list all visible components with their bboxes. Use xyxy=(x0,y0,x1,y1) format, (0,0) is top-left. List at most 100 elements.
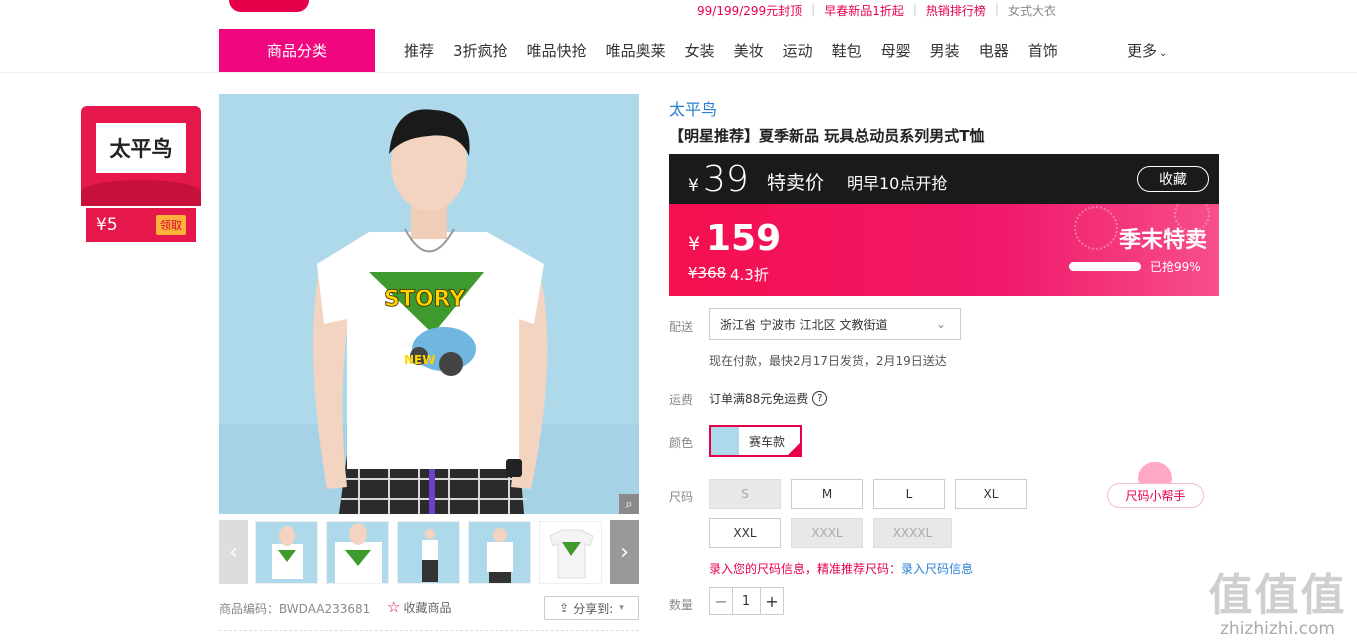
color-swatch-image xyxy=(711,427,739,455)
favorite-product-link[interactable]: ☆ 收藏商品 xyxy=(387,598,451,616)
nav-item-30off[interactable]: 3折疯抢 xyxy=(453,40,508,61)
promo-link-cap[interactable]: 99/199/299元封顶 xyxy=(697,2,802,19)
watermark-url: zhizhizhi.com xyxy=(1220,619,1335,639)
delivery-label: 配送 xyxy=(669,320,694,334)
freight-text: 订单满88元免运费 xyxy=(709,392,809,406)
nav-item-shoes[interactable]: 鞋包 xyxy=(832,40,862,61)
color-option-selected[interactable]: 赛车款 xyxy=(709,425,802,457)
thumbnail[interactable] xyxy=(539,521,602,584)
favorite-product-label: 收藏商品 xyxy=(403,601,452,615)
quantity-input[interactable]: 1 xyxy=(732,587,760,615)
nav-item-baby[interactable]: 母婴 xyxy=(881,40,911,61)
address-selector[interactable]: 浙江省 宁波市 江北区 文教街道 ⌄ xyxy=(709,308,961,340)
color-option-label: 赛车款 xyxy=(749,434,786,449)
site-logo[interactable] xyxy=(229,0,309,12)
shipping-estimate: 现在付款，最快2月17日发货，2月19日送达 xyxy=(709,354,947,368)
nav-item-men[interactable]: 男装 xyxy=(930,40,960,61)
size-helper-button[interactable]: 尺码小帮手 xyxy=(1107,483,1204,508)
promo-link-ranking[interactable]: 热销排行榜 xyxy=(926,2,986,19)
thumbnail-image xyxy=(256,522,317,583)
size-option-xxxl[interactable]: XXXL xyxy=(791,518,863,548)
separator: | xyxy=(912,2,917,16)
firework-decoration xyxy=(1074,206,1118,250)
promo-links: 99/199/299元封顶 | 早春新品1折起 | 热销排行榜 | 女式大衣 xyxy=(697,2,1056,19)
nav-item-flash[interactable]: 唯品快抢 xyxy=(527,40,587,61)
thumbnail-image xyxy=(327,522,388,583)
sold-progress-fill xyxy=(1069,262,1141,271)
chevron-down-icon: ⌄ xyxy=(935,317,946,331)
thumbnail[interactable] xyxy=(468,521,531,584)
quantity-label: 数量 xyxy=(669,598,694,612)
size-option-m[interactable]: M xyxy=(791,479,863,509)
size-option-xxl[interactable]: XXL xyxy=(709,518,781,548)
nav-more-label: 更多 xyxy=(1127,42,1158,60)
original-price: ¥368 xyxy=(688,264,727,282)
current-price: 159 xyxy=(706,218,782,259)
quantity-decrease-button[interactable]: − xyxy=(709,587,733,615)
model-illustration: STORY NEW xyxy=(219,94,639,514)
share-label: 分享到: xyxy=(573,601,614,616)
special-price-label: 特卖价 xyxy=(767,172,825,194)
nav-item-beauty[interactable]: 美妆 xyxy=(734,40,764,61)
favorite-button[interactable]: 收藏 xyxy=(1137,166,1209,192)
main-nav: 推荐 3折疯抢 唯品快抢 唯品奥莱 女装 美妆 运动 鞋包 母婴 男装 电器 首… xyxy=(404,40,1077,61)
nav-item-women[interactable]: 女装 xyxy=(685,40,715,61)
nav-item-jewelry[interactable]: 首饰 xyxy=(1028,40,1058,61)
shop-name: 太平鸟 xyxy=(96,123,186,173)
product-main-image[interactable]: STORY NEW xyxy=(219,94,639,514)
divider xyxy=(219,630,639,631)
freight-info: 订单满88元免运费 ? xyxy=(709,390,828,407)
nav-item-outlet[interactable]: 唯品奥莱 xyxy=(606,40,666,61)
caret-down-icon: ▾ xyxy=(619,603,624,613)
thumb-next-button[interactable]: › xyxy=(610,520,639,584)
shirt-print-text: STORY xyxy=(384,287,466,312)
thumbnail-image xyxy=(540,522,601,583)
thumbnail[interactable] xyxy=(397,521,460,584)
size-option-s[interactable]: S xyxy=(709,479,781,509)
thumb-prev-button[interactable]: ‹ xyxy=(219,520,248,584)
nav-item-appliance[interactable]: 电器 xyxy=(979,40,1009,61)
quantity-increase-button[interactable]: + xyxy=(760,587,784,615)
share-icon: ⇪ xyxy=(559,601,570,615)
special-price-note: 明早10点开抢 xyxy=(847,174,948,193)
nav-divider xyxy=(0,72,1357,73)
coupon-value: ¥5 xyxy=(96,215,118,235)
current-price-panel: ¥ 159 ¥368 4.3折 季末特卖 已抢99% xyxy=(669,204,1219,296)
nav-more[interactable]: 更多 ⌄ xyxy=(1127,40,1167,61)
thumbnail[interactable] xyxy=(326,521,389,584)
nav-item-recommend[interactable]: 推荐 xyxy=(404,40,434,61)
size-info-link[interactable]: 录入尺码信息 xyxy=(901,562,973,576)
size-option-xl[interactable]: XL xyxy=(955,479,1027,509)
brand-link[interactable]: 太平鸟 xyxy=(669,96,717,120)
size-option-l[interactable]: L xyxy=(873,479,945,509)
sold-percentage: 已抢99% xyxy=(1150,260,1201,274)
category-button[interactable]: 商品分类 xyxy=(219,29,375,72)
star-icon: ☆ xyxy=(387,598,401,616)
watermark-logo: 值值值 xyxy=(1208,570,1347,621)
promo-link-new[interactable]: 早春新品1折起 xyxy=(824,2,904,19)
coupon-claim-button[interactable]: 领取 xyxy=(156,215,186,235)
address-value: 浙江省 宁波市 江北区 文教街道 xyxy=(720,317,888,332)
product-title: 【明星推荐】夏季新品 玩具总动员系列男式T恤 xyxy=(669,127,985,145)
thumbnail[interactable] xyxy=(255,521,318,584)
promo-link-coat[interactable]: 女式大衣 xyxy=(1008,2,1056,19)
shirt-print-sub: NEW xyxy=(404,353,435,367)
product-code: 商品编码：BWDAA233681 xyxy=(219,602,371,616)
nav-item-sports[interactable]: 运动 xyxy=(783,40,813,61)
thumbnail-image xyxy=(398,522,459,583)
color-label: 颜色 xyxy=(669,436,694,450)
separator: | xyxy=(811,2,816,16)
size-option-xxxxl[interactable]: XXXXL xyxy=(873,518,952,548)
sold-progress-bar xyxy=(1069,262,1141,271)
thumbnail-image xyxy=(469,522,530,583)
season-sale-label: 季末特卖 xyxy=(1119,228,1208,253)
separator: | xyxy=(994,2,999,16)
shop-badge-wave xyxy=(81,180,201,206)
magnifier-icon[interactable]: ⌕ xyxy=(619,494,639,514)
size-label: 尺码 xyxy=(669,490,694,504)
coupon[interactable]: ¥5 领取 xyxy=(86,208,196,242)
help-icon[interactable]: ? xyxy=(812,391,828,406)
currency-symbol: ¥ xyxy=(688,233,701,255)
shop-badge[interactable]: 太平鸟 xyxy=(81,106,201,206)
share-button[interactable]: ⇪ 分享到: ▾ xyxy=(544,596,639,620)
